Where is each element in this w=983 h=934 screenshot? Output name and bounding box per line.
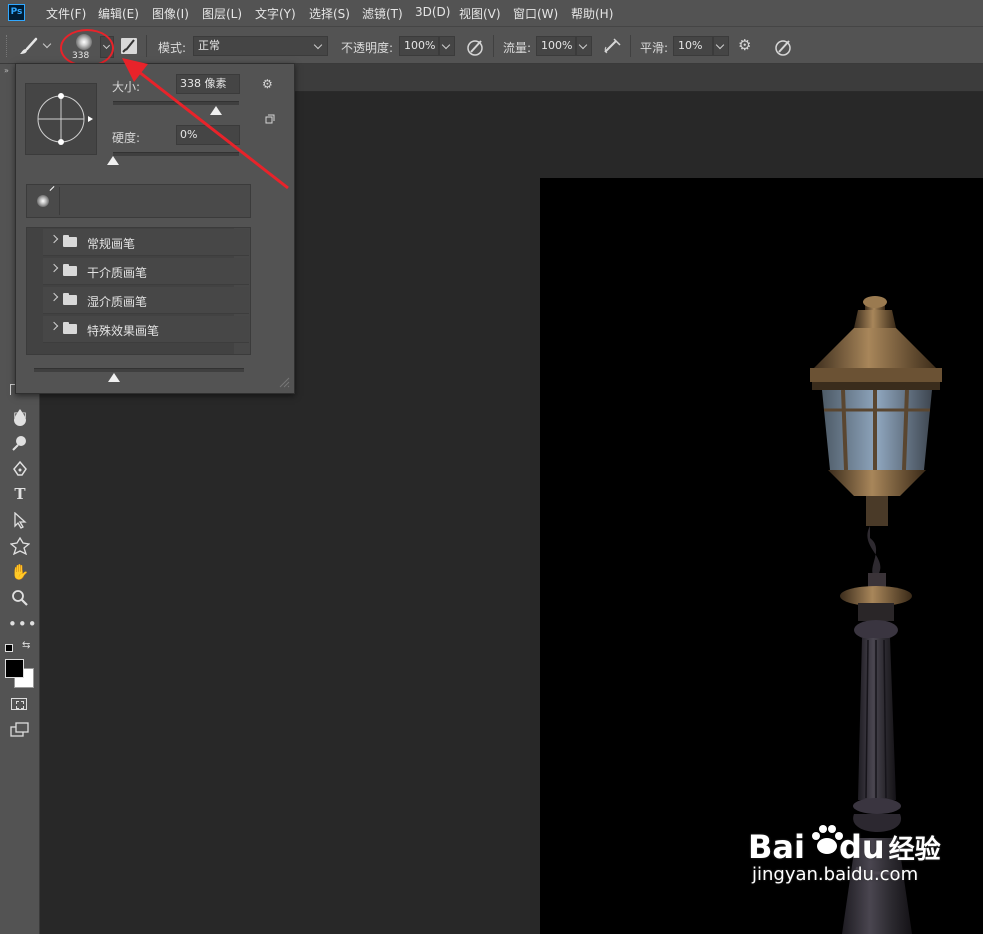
- menu-file[interactable]: 文件(F): [46, 5, 86, 22]
- pressure-opacity-icon[interactable]: [466, 37, 486, 57]
- folder-label: 干介质画笔: [87, 266, 148, 280]
- airbrush-icon[interactable]: [602, 36, 624, 56]
- folder-icon: [63, 264, 77, 276]
- folder-row-general[interactable]: 常规画笔: [43, 229, 249, 256]
- preview-size-slider-knob[interactable]: [107, 373, 120, 382]
- folder-row-special-effects[interactable]: 特殊效果画笔: [43, 316, 249, 343]
- opacity-label: 不透明度:: [341, 41, 394, 55]
- watermark-brand-2: du: [838, 828, 885, 866]
- watermark-cn: 经验: [888, 835, 941, 865]
- folder-icon: [63, 322, 77, 334]
- default-colors-icon[interactable]: [5, 644, 13, 652]
- folder-label: 湿介质画笔: [87, 295, 148, 309]
- expand-chevron-icon[interactable]: [49, 263, 59, 273]
- blur-drop-icon[interactable]: [11, 407, 29, 427]
- menu-bar: Ps 文件(F) 编辑(E) 图像(I) 图层(L) 文字(Y) 选择(S) 滤…: [0, 0, 983, 26]
- menu-help[interactable]: 帮助(H): [571, 5, 613, 22]
- menu-3d[interactable]: 3D(D): [415, 5, 450, 19]
- preview-size-slider-track[interactable]: [34, 368, 244, 372]
- photoshop-logo: Ps: [8, 4, 25, 21]
- folder-label: 常规画笔: [87, 237, 136, 251]
- foreground-color-swatch[interactable]: [5, 659, 24, 678]
- folder-label: 特殊效果画笔: [87, 324, 160, 338]
- swap-colors-icon[interactable]: ⇆: [22, 640, 30, 651]
- quick-mask-icon[interactable]: [11, 698, 27, 710]
- document-canvas[interactable]: [540, 178, 983, 934]
- folder-row-wet-media[interactable]: 湿介质画笔: [43, 287, 249, 314]
- flow-label: 流量:: [503, 41, 532, 55]
- expand-chevron-icon[interactable]: [49, 234, 59, 244]
- quick-mask-inner: [16, 701, 24, 709]
- opacity-field[interactable]: 100%: [399, 36, 439, 56]
- menu-layer[interactable]: 图层(L): [202, 5, 242, 22]
- mode-value: 正常: [198, 39, 220, 52]
- smoothing-label: 平滑:: [640, 41, 669, 55]
- separator: [493, 35, 494, 57]
- folder-row-dry-media[interactable]: 干介质画笔: [43, 258, 249, 285]
- zoom-tool-icon[interactable]: [11, 589, 29, 607]
- custom-shape-icon[interactable]: [10, 537, 30, 555]
- menu-edit[interactable]: 编辑(E): [98, 5, 139, 22]
- chevron-down-icon: [313, 40, 323, 50]
- hand-tool-icon[interactable]: ✋: [8, 562, 32, 582]
- angle-roundness-icon: [37, 93, 93, 145]
- folder-icon: [63, 235, 77, 247]
- tool-preset-chevron-icon[interactable]: [42, 39, 52, 49]
- pressure-size-icon[interactable]: [774, 37, 794, 57]
- flow-field[interactable]: 100%: [536, 36, 576, 56]
- more-tools-icon[interactable]: •••: [8, 614, 37, 634]
- menu-filter[interactable]: 滤镜(T): [362, 5, 403, 22]
- pen-tool-icon[interactable]: [11, 460, 29, 478]
- menu-select[interactable]: 选择(S): [309, 5, 350, 22]
- screen-mode-icon[interactable]: [10, 722, 32, 738]
- annotation-arrow: [122, 58, 289, 190]
- brush-stroke-mark-icon: [49, 186, 55, 191]
- expand-chevron-icon[interactable]: [49, 321, 59, 331]
- resize-grip-icon[interactable]: [278, 376, 290, 388]
- options-grip[interactable]: [6, 35, 10, 57]
- collapse-arrows-icon[interactable]: »: [4, 66, 9, 75]
- dodge-tool-icon[interactable]: [11, 434, 29, 452]
- menu-type[interactable]: 文字(Y): [255, 5, 296, 22]
- paw-icon: [810, 824, 844, 856]
- street-lamp-image: [810, 296, 942, 934]
- brush-angle-preview[interactable]: [25, 83, 97, 155]
- path-selection-icon[interactable]: [13, 512, 29, 530]
- folder-icon: [63, 293, 77, 305]
- recent-brush-slot[interactable]: [29, 186, 60, 215]
- smoothing-field[interactable]: 10%: [673, 36, 713, 56]
- menu-view[interactable]: 视图(V): [459, 5, 501, 22]
- menu-window[interactable]: 窗口(W): [513, 5, 558, 22]
- watermark-url: jingyan.baidu.com: [752, 864, 919, 885]
- expand-chevron-icon[interactable]: [49, 292, 59, 302]
- menu-image[interactable]: 图像(I): [152, 5, 189, 22]
- flow-dropdown[interactable]: [576, 36, 592, 56]
- soft-round-brush-icon: [37, 195, 49, 207]
- annotation-highlight-circle: [60, 29, 114, 67]
- smoothing-dropdown[interactable]: [713, 36, 729, 56]
- watermark-brand: Bai: [748, 828, 805, 866]
- opacity-dropdown[interactable]: [439, 36, 455, 56]
- type-tool-icon[interactable]: T: [8, 484, 32, 504]
- brush-tool-icon[interactable]: [18, 37, 40, 57]
- smoothing-options-gear-icon[interactable]: ⚙: [738, 36, 751, 54]
- separator: [630, 35, 631, 57]
